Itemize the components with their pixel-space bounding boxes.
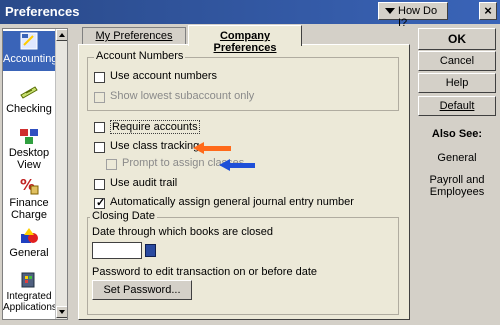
account-numbers-group: Account Numbers Use account numbers Show…	[87, 50, 399, 111]
general-icon	[21, 228, 38, 243]
title-bar: Preferences How Do I? ×	[0, 0, 500, 29]
sidebar-item-integrated-applications[interactable]: Integrated Applications	[3, 269, 57, 317]
tab-label: Company Preferences	[213, 30, 277, 54]
sidebar-item-checking[interactable]: Checking	[3, 81, 55, 115]
scroll-down-button[interactable]	[56, 306, 67, 318]
use-audit-trail-checkbox[interactable]	[94, 179, 105, 190]
use-account-numbers-checkbox[interactable]	[94, 72, 105, 83]
sidebar-item-label: General	[9, 247, 49, 259]
window-title: Preferences	[5, 4, 80, 19]
checkbox-label: Use audit trail	[110, 177, 178, 189]
checking-icon	[20, 86, 38, 99]
finance-charge-icon: %	[20, 176, 39, 195]
tab-company-preferences[interactable]: Company Preferences	[188, 25, 302, 54]
checkbox-label: Show lowest subaccount only	[110, 90, 255, 102]
auto-assign-journal-checkbox[interactable]: ✓	[94, 197, 106, 209]
preferences-category-list[interactable]: Accounting Checking Desktop View % Finan…	[2, 28, 68, 320]
checkbox-label: Automatically assign general journal ent…	[110, 196, 354, 208]
group-title: Account Numbers	[94, 50, 186, 62]
ok-button[interactable]: OK	[418, 28, 496, 50]
sidebar-item-label: Accounting	[3, 53, 58, 65]
tab-label: My Preferences	[95, 30, 173, 42]
dropdown-arrow-icon	[385, 8, 395, 14]
integrated-applications-icon	[21, 272, 35, 288]
closing-date-input[interactable]	[92, 242, 142, 259]
sidebar-item-label: Integrated Applications	[3, 291, 57, 313]
how-do-i-label: How Do I?	[398, 5, 438, 29]
tab-my-preferences[interactable]: My Preferences	[82, 27, 186, 44]
desktop-view-icon	[20, 129, 38, 144]
sidebar-item-desktop-view[interactable]: Desktop View	[3, 125, 55, 171]
calendar-icon[interactable]	[145, 244, 156, 257]
sidebar-item-general[interactable]: General	[3, 225, 55, 259]
sidebar-item-label: Checking	[6, 103, 52, 115]
checkbox-label: Use account numbers	[110, 70, 217, 82]
help-button[interactable]: Help	[418, 73, 496, 93]
use-class-tracking-checkbox[interactable]	[94, 142, 105, 153]
close-button[interactable]: ×	[479, 2, 497, 20]
prompt-assign-classes-checkbox	[106, 159, 117, 170]
sidebar-item-accounting[interactable]: Accounting	[3, 31, 58, 71]
orange-pointer-arrow	[193, 142, 231, 154]
also-see-link-payroll[interactable]: Payroll and Employees	[420, 174, 494, 198]
preferences-window: Preferences How Do I? × Accounting Check…	[0, 0, 500, 325]
checkbox-label: Require accounts	[110, 120, 200, 134]
down-arrow-icon	[59, 310, 65, 314]
set-password-button[interactable]: Set Password...	[92, 280, 192, 300]
up-arrow-icon	[59, 33, 65, 37]
default-button[interactable]: Default	[418, 96, 496, 116]
checkbox-label: Use class tracking	[110, 140, 200, 152]
checkmark-icon: ✓	[96, 197, 106, 209]
closing-date-group: Closing Date Date through which books ar…	[87, 210, 399, 315]
scroll-up-button[interactable]	[56, 29, 67, 41]
how-do-i-button[interactable]: How Do I?	[378, 2, 448, 29]
also-see-link-general[interactable]: General	[418, 152, 496, 164]
group-title: Closing Date	[90, 210, 157, 222]
cancel-button[interactable]: Cancel	[418, 51, 496, 71]
password-label: Password to edit transaction on or befor…	[92, 266, 318, 278]
accounting-icon	[20, 32, 38, 50]
also-see-heading: Also See:	[431, 128, 483, 140]
sidebar-item-label: Finance Charge	[9, 197, 49, 221]
require-accounts-checkbox[interactable]	[94, 122, 105, 133]
sidebar-item-label: Desktop View	[8, 147, 50, 171]
company-preferences-panel: Account Numbers Use account numbers Show…	[78, 44, 410, 320]
closing-date-label: Date through which books are closed	[92, 226, 273, 238]
blue-pointer-arrow	[219, 159, 255, 171]
show-lowest-subaccount-checkbox	[94, 92, 105, 103]
sidebar-scrollbar[interactable]	[55, 29, 67, 319]
sidebar-item-finance-charge[interactable]: % Finance Charge	[3, 175, 55, 221]
